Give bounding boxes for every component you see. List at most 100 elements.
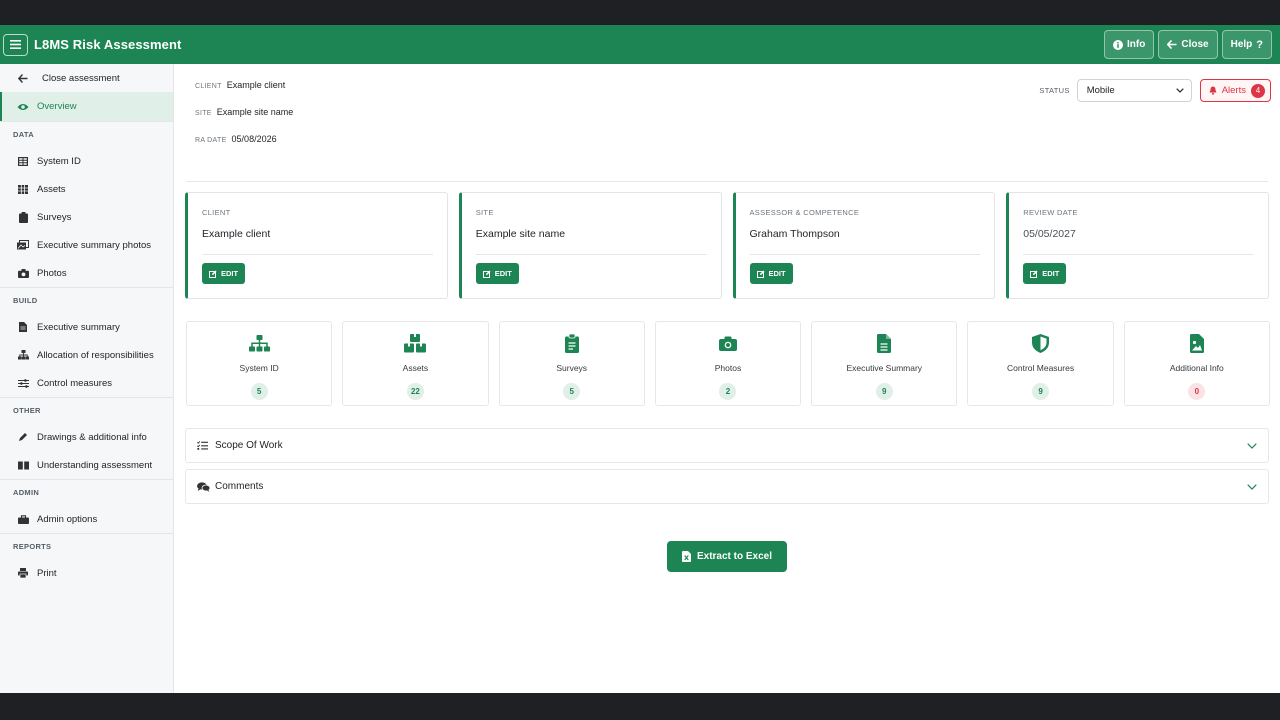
- sidebar-item-executive-summary[interactable]: Executive summary: [0, 313, 173, 341]
- edit-assessor-button[interactable]: EDIT: [749, 263, 793, 284]
- sidebar-item-label: Understanding assessment: [37, 459, 153, 471]
- stat-count-badge: 9: [875, 383, 893, 400]
- sidebar-section-other: OTHER: [0, 397, 173, 423]
- stat-count-badge: 0: [1188, 383, 1206, 400]
- alerts-button-label: Alerts: [1221, 85, 1246, 96]
- card-value: Example client: [202, 228, 271, 240]
- sidebar-item-close-assessment[interactable]: Close assessment: [0, 64, 173, 92]
- sitemap-icon: [248, 334, 270, 351]
- status-select-value: Mobile: [1086, 85, 1115, 96]
- sidebar-item-label: Surveys: [37, 211, 72, 223]
- extract-to-excel-button[interactable]: Extract to Excel: [667, 541, 787, 572]
- sidebar-item-label: Control measures: [37, 377, 112, 389]
- stat-count-badge: 5: [250, 383, 268, 400]
- sidebar-item-label: Assets: [37, 183, 66, 195]
- stat-label: Surveys: [556, 363, 588, 373]
- header-ra-date-key: RA DATE: [195, 137, 227, 144]
- toolbox-icon: [17, 513, 29, 525]
- info-circle-icon: [1113, 39, 1124, 50]
- stat-tile-assets[interactable]: Assets 22: [342, 321, 489, 406]
- sidebar-item-allocation[interactable]: Allocation of responsibilities: [0, 341, 173, 369]
- alerts-button[interactable]: Alerts 4: [1199, 79, 1271, 102]
- sidebar-item-label: Executive summary photos: [37, 239, 152, 251]
- stat-tile-executive-summary[interactable]: Executive Summary 9: [811, 321, 958, 406]
- comments-accordion[interactable]: Comments: [185, 469, 1269, 504]
- sidebar-item-drawings[interactable]: Drawings & additional info: [0, 423, 173, 451]
- arrow-left-icon: [1167, 40, 1177, 49]
- main-content: CLIENT Example client SITE Example site …: [174, 64, 1280, 693]
- edit-review-date-button[interactable]: EDIT: [1023, 263, 1067, 284]
- header-client-key: CLIENT: [195, 83, 222, 90]
- edit-button-label: EDIT: [494, 269, 512, 278]
- menu-toggle-button[interactable]: [3, 33, 28, 56]
- client-card: CLIENT Example client EDIT: [185, 192, 448, 299]
- edit-button-label: EDIT: [221, 269, 239, 278]
- edit-icon: [482, 270, 491, 278]
- stat-tile-photos[interactable]: Photos 2: [654, 321, 802, 406]
- site-card: SITE Example site name EDIT: [458, 192, 722, 299]
- sidebar-section-build: BUILD: [0, 287, 173, 313]
- chevron-down-icon: [1247, 483, 1257, 490]
- stat-count-badge: 22: [406, 383, 424, 400]
- sidebar-section-admin: ADMIN: [0, 479, 173, 505]
- sidebar-item-control-measures[interactable]: Control measures: [0, 369, 173, 397]
- sidebar-item-executive-summary-photos[interactable]: Executive summary photos: [0, 231, 173, 259]
- sidebar-item-label: Executive summary: [37, 321, 120, 333]
- info-cards: CLIENT Example client EDIT SITE Example …: [185, 192, 1269, 299]
- sidebar-item-label: Close assessment: [42, 72, 120, 84]
- header-client-value: Example client: [226, 80, 286, 90]
- status-select[interactable]: Mobile: [1076, 79, 1192, 102]
- boxes-icon: [404, 333, 427, 352]
- help-button-label: Help: [1230, 39, 1253, 50]
- clipboard-icon: [17, 211, 29, 223]
- sidebar: Close assessment Overview DATA System ID…: [0, 64, 174, 693]
- status-label: STATUS: [1039, 86, 1070, 95]
- chevron-down-icon: [1175, 88, 1184, 93]
- stat-count-badge: 9: [1032, 383, 1050, 400]
- hamburger-icon: [10, 40, 21, 49]
- sidebar-item-label: Allocation of responsibilities: [37, 349, 154, 361]
- stat-tile-control-measures[interactable]: Control Measures 9: [967, 321, 1114, 406]
- camera-icon: [718, 336, 737, 351]
- sidebar-item-admin-options[interactable]: Admin options: [0, 505, 173, 533]
- stat-tiles: System ID 5 Assets 22 Surveys 5 Photos 2…: [186, 321, 1270, 406]
- comments-icon: [197, 481, 210, 492]
- sidebar-item-overview[interactable]: Overview: [0, 92, 173, 121]
- card-key: CLIENT: [202, 208, 231, 217]
- sidebar-item-system-id[interactable]: System ID: [0, 147, 173, 175]
- extract-button-label: Extract to Excel: [696, 551, 773, 562]
- edit-site-button[interactable]: EDIT: [475, 263, 519, 284]
- stat-label: Assets: [402, 363, 429, 373]
- card-value: 05/05/2027: [1023, 228, 1076, 240]
- file-icon: [877, 333, 892, 353]
- sidebar-item-label: Admin options: [37, 513, 98, 525]
- card-value: Example site name: [475, 228, 566, 240]
- sitemap-icon: [17, 349, 29, 361]
- sidebar-item-surveys[interactable]: Surveys: [0, 203, 173, 231]
- edit-button-label: EDIT: [768, 269, 786, 278]
- stat-tile-surveys[interactable]: Surveys 5: [498, 321, 645, 406]
- scope-of-work-accordion[interactable]: Scope Of Work: [185, 428, 1269, 463]
- grid-icon: [17, 183, 29, 195]
- bell-icon: [1209, 86, 1217, 95]
- info-button[interactable]: Info: [1104, 30, 1155, 59]
- sidebar-item-photos[interactable]: Photos: [0, 259, 173, 287]
- sidebar-item-assets[interactable]: Assets: [0, 175, 173, 203]
- assessor-card: ASSESSOR & COMPETENCE Graham Thompson ED…: [732, 192, 996, 299]
- close-button[interactable]: Close: [1158, 30, 1218, 59]
- help-button[interactable]: Help ?: [1221, 30, 1272, 59]
- header-site-key: SITE: [195, 110, 212, 117]
- pen-icon: [17, 431, 29, 443]
- alerts-count-badge: 4: [1251, 83, 1265, 98]
- sidebar-item-understanding[interactable]: Understanding assessment: [0, 451, 173, 479]
- accordion-title: Comments: [215, 481, 264, 492]
- sidebar-item-print[interactable]: Print: [0, 559, 173, 587]
- review-date-card: REVIEW DATE 05/05/2027 EDIT: [1006, 192, 1269, 299]
- file-excel-icon: [681, 551, 691, 562]
- stat-tile-additional-info[interactable]: Additional Info 0: [1123, 321, 1270, 406]
- question-icon: ?: [1256, 38, 1263, 51]
- table-icon: [17, 155, 29, 167]
- app-title: L8MS Risk Assessment: [34, 37, 182, 52]
- stat-tile-system-id[interactable]: System ID 5: [186, 321, 333, 406]
- edit-client-button[interactable]: EDIT: [202, 263, 246, 284]
